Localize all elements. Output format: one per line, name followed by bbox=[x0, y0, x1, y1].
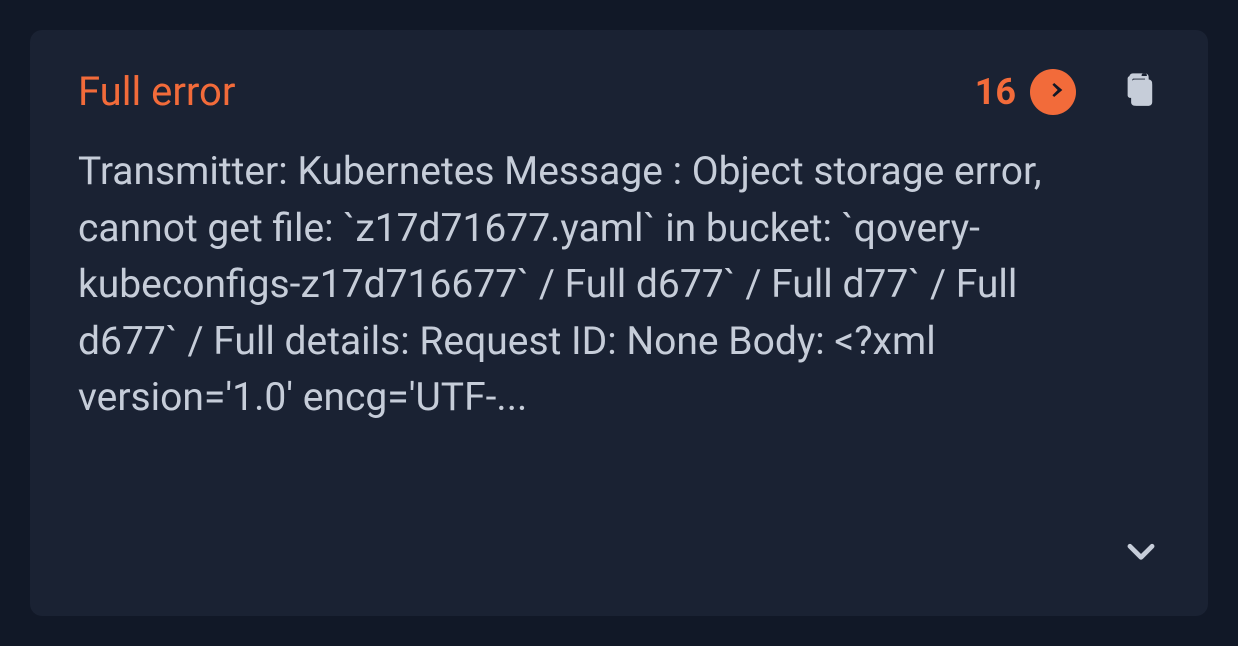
forward-button[interactable] bbox=[1030, 69, 1076, 115]
expand-button[interactable] bbox=[1122, 532, 1160, 574]
copy-button[interactable] bbox=[1118, 69, 1160, 115]
error-card: Full error 16 Transmitter: Kubernetes M bbox=[30, 30, 1208, 616]
chevron-down-icon bbox=[1122, 532, 1160, 574]
card-header: Full error 16 bbox=[78, 68, 1160, 115]
error-body-text: Transmitter: Kubernetes Message : Object… bbox=[78, 143, 1160, 426]
card-title: Full error bbox=[78, 68, 975, 115]
arrow-right-icon bbox=[1039, 76, 1067, 108]
copy-icon bbox=[1118, 69, 1160, 115]
count-badge: 16 bbox=[975, 71, 1016, 113]
